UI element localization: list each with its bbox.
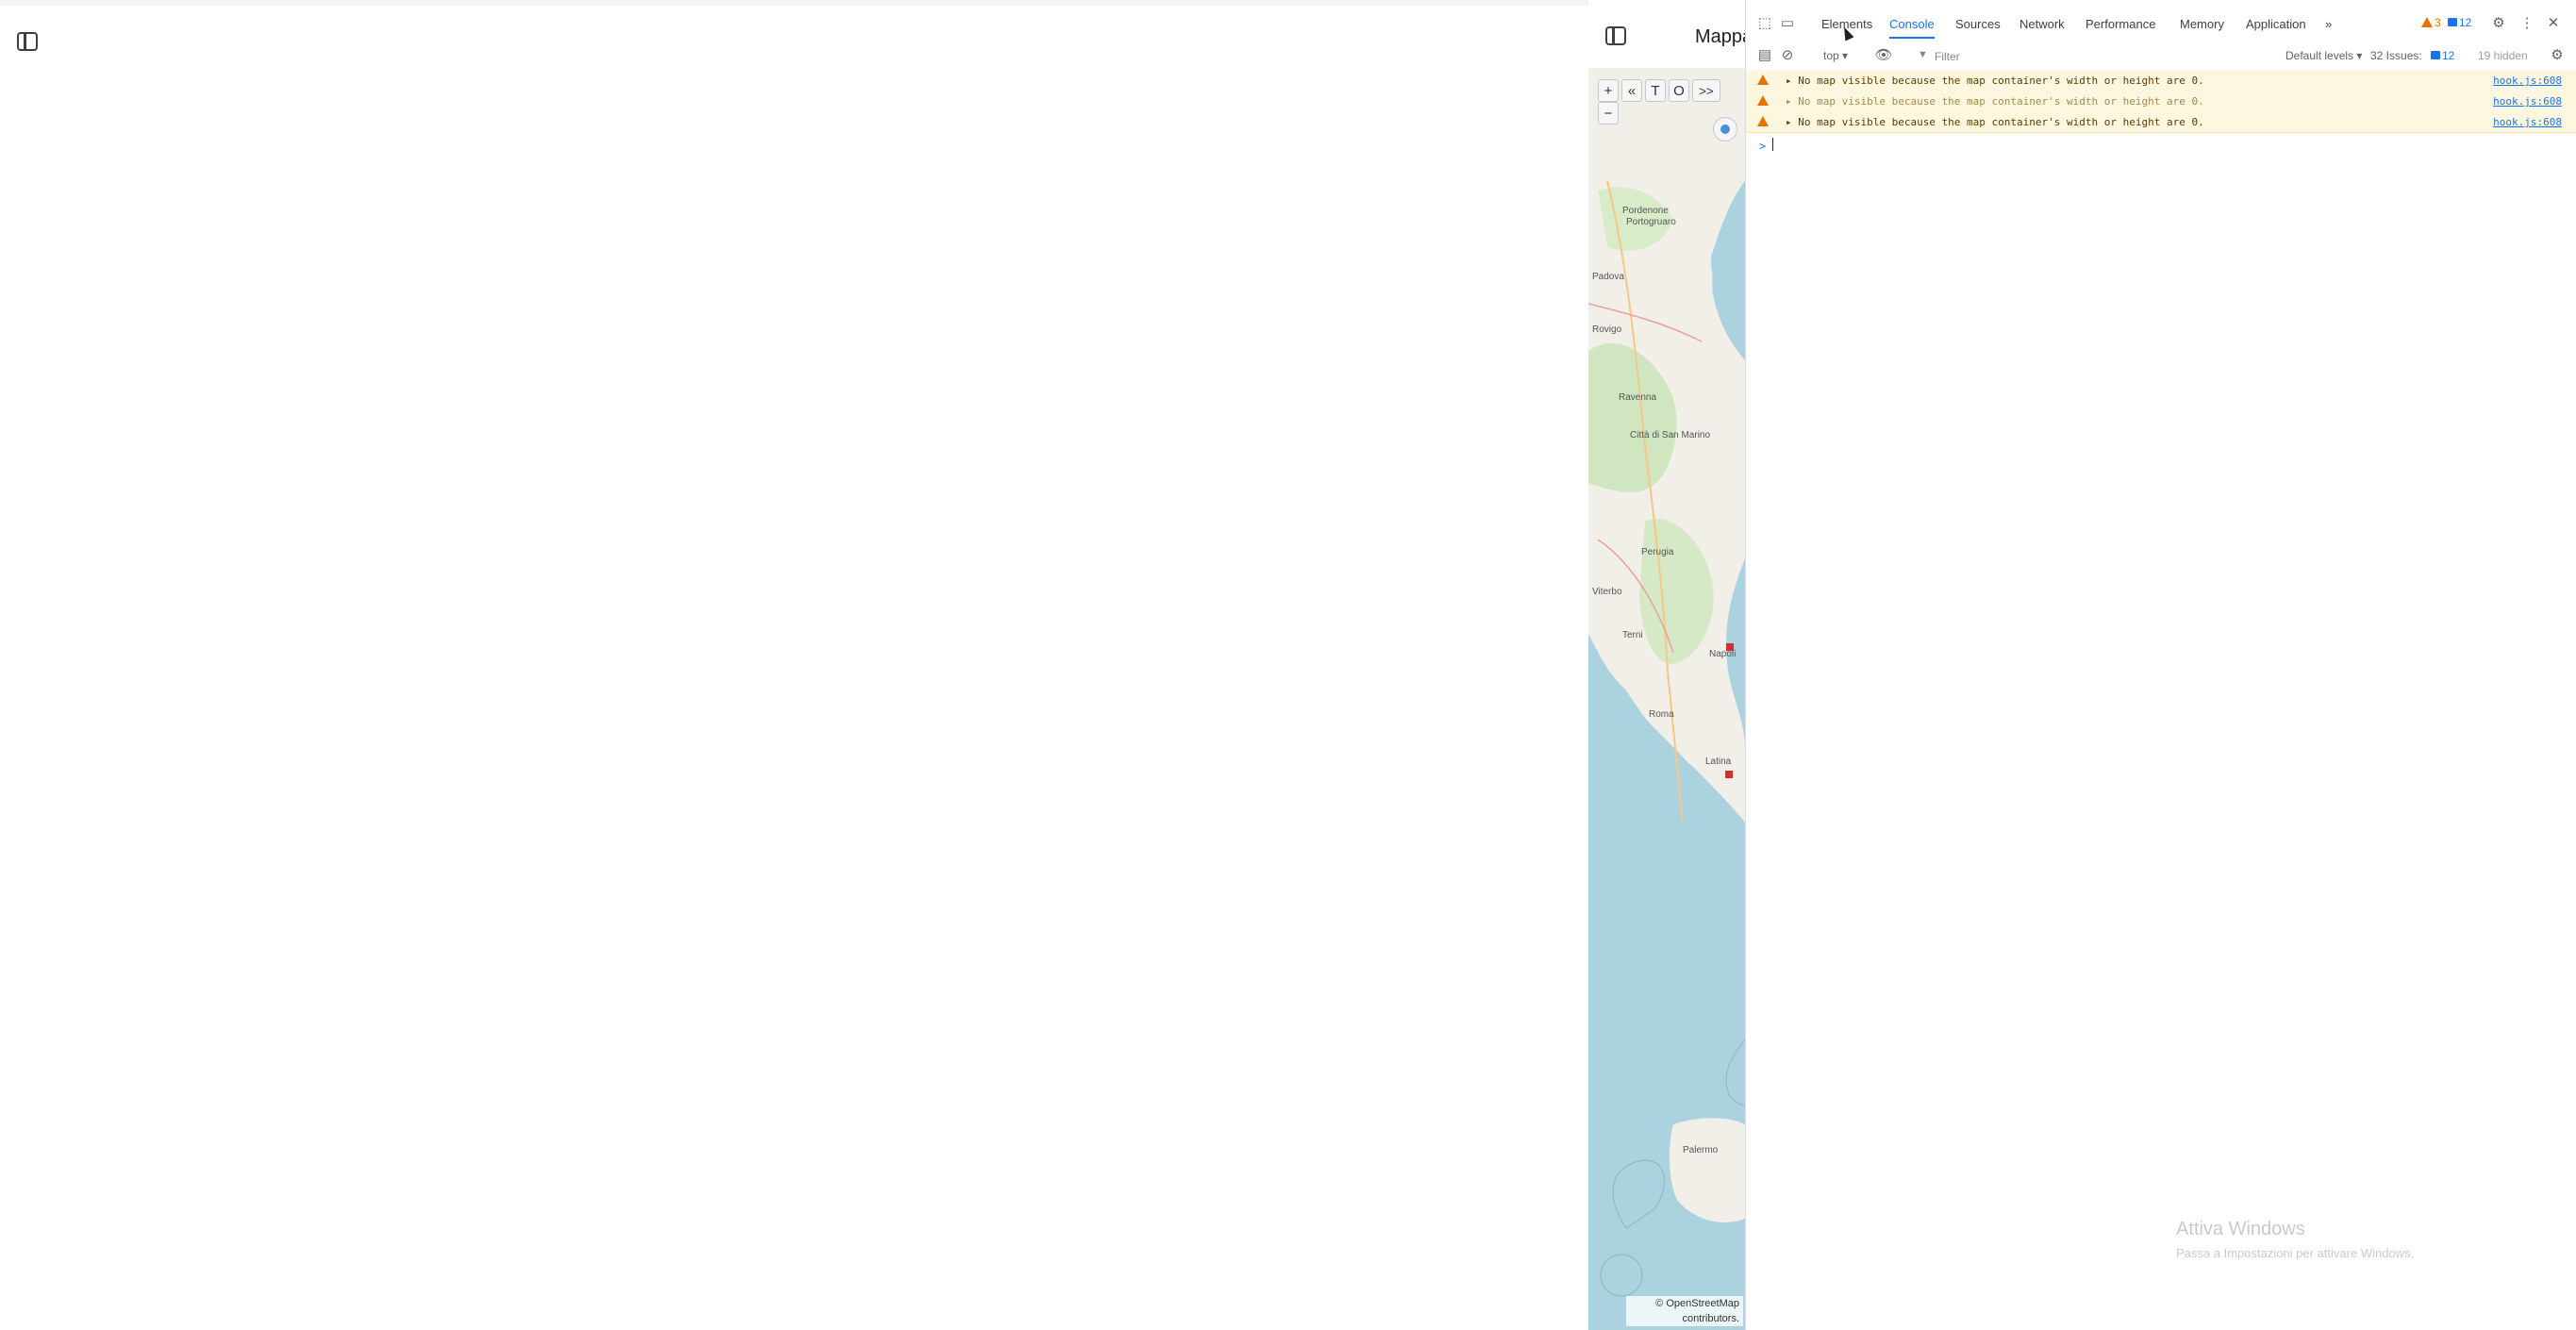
console-source-link[interactable]: hook.js:608 <box>2493 95 2562 108</box>
tab-sources[interactable]: Sources <box>1955 17 2001 31</box>
close-icon[interactable]: ✕ <box>2544 14 2563 33</box>
console-message: ▸ No map visible because the map contain… <box>1786 116 2204 128</box>
filter-icon: ▼ <box>1918 49 1928 60</box>
warning-icon <box>1757 116 1769 126</box>
map-label: Pordenone <box>1622 206 1669 216</box>
devtools-tabbar: ⬚ ▭ Elements Console Sources Network Per… <box>1746 0 2576 42</box>
log-levels-dropdown[interactable]: Default levels ▾ <box>2285 49 2362 62</box>
filter-input[interactable] <box>1933 46 2248 67</box>
map-label: Terni <box>1622 630 1643 640</box>
watermark-subtitle: Passa a Impostazioni per attivare Window… <box>2176 1246 2415 1260</box>
console-settings-gear-icon[interactable]: ⚙ <box>2548 46 2567 65</box>
more-tabs-button[interactable]: » <box>2325 17 2332 31</box>
map-label: Perugia <box>1641 547 1674 557</box>
console-source-link[interactable]: hook.js:608 <box>2493 75 2562 87</box>
tab-memory[interactable]: Memory <box>2180 17 2224 31</box>
geolocate-icon[interactable] <box>1713 117 1737 141</box>
issues-count-badge[interactable]: 12 <box>2431 49 2454 62</box>
zoom-out-button[interactable]: − <box>1598 102 1619 125</box>
message-icon <box>2448 18 2457 26</box>
settings-gear-icon[interactable]: ⚙ <box>2489 14 2508 33</box>
warning-icon <box>2421 17 2433 27</box>
device-toolbar-icon[interactable]: ▭ <box>1778 14 1797 33</box>
expand-tools-button[interactable]: >> <box>1692 79 1720 102</box>
inspect-element-icon[interactable]: ⬚ <box>1755 14 1774 33</box>
map-attribution[interactable]: © OpenStreetMap contributors. <box>1626 1296 1743 1326</box>
message-icon <box>2431 51 2440 59</box>
console-warning-row[interactable]: ▸ No map visible because the map contain… <box>1746 111 2576 133</box>
devtools-panel: ⬚ ▭ Elements Console Sources Network Per… <box>1745 0 2576 1330</box>
hidden-count: 19 hidden <box>2478 49 2528 62</box>
sidebar-panel-icon <box>17 32 38 51</box>
circle-tool-button[interactable]: O <box>1669 79 1689 102</box>
text-tool-button[interactable]: T <box>1645 79 1666 102</box>
sidebar-toggle-button[interactable] <box>17 32 45 57</box>
context-selector[interactable]: top ▾ <box>1823 49 1848 62</box>
console-message: ▸ No map visible because the map contain… <box>1786 75 2204 87</box>
tab-console[interactable]: Console <box>1889 17 1935 39</box>
live-expression-eye-icon[interactable]: 👁 <box>1874 46 1893 65</box>
messages-badge[interactable]: 12 <box>2448 16 2471 29</box>
sidebar-panel-icon <box>1605 26 1626 45</box>
console-message: ▸ No map visible because the map contain… <box>1786 95 2204 108</box>
map-label: Padova <box>1592 272 1624 282</box>
map-sidebar-toggle-button[interactable] <box>1605 26 1634 51</box>
console-warning-row[interactable]: ▸ No map visible because the map contain… <box>1746 70 2576 91</box>
windows-activation-watermark: Attiva Windows Passa a Impostazioni per … <box>2176 1219 2414 1260</box>
map-label: Latina <box>1705 756 1732 767</box>
map-label: Roma <box>1649 709 1674 720</box>
text-cursor <box>1772 138 1773 151</box>
map-label: Viterbo <box>1592 587 1622 597</box>
map-label: Ravenna <box>1619 392 1657 403</box>
browser-top-strip <box>0 0 1588 6</box>
tab-performance[interactable]: Performance <box>2086 17 2155 31</box>
map-toolbar: + « T O >> <box>1598 79 1720 104</box>
zoom-in-button[interactable]: + <box>1598 79 1619 102</box>
console-filter: ▼ <box>1916 46 2255 67</box>
map-label: Napoli <box>1709 649 1737 659</box>
map-marker <box>1725 771 1733 778</box>
map-label: Rovigo <box>1592 324 1622 335</box>
warning-icon <box>1757 75 1769 85</box>
map-view[interactable]: Pordenone Portogruaro Padova Rovigo Rave… <box>1588 68 1745 1330</box>
warning-icon <box>1757 95 1769 106</box>
back-button[interactable]: « <box>1621 79 1642 102</box>
map-canvas <box>1588 68 1745 1330</box>
more-options-icon[interactable]: ⋮ <box>2518 14 2536 33</box>
watermark-title: Attiva Windows <box>2176 1219 2305 1239</box>
console-warning-row[interactable]: ▸ No map visible because the map contain… <box>1746 91 2576 112</box>
map-label: Città di San Marino <box>1630 430 1711 441</box>
clear-console-icon[interactable]: ⊘ <box>1778 46 1797 65</box>
console-source-link[interactable]: hook.js:608 <box>2493 116 2562 128</box>
console-prompt[interactable]: > <box>1759 140 1766 153</box>
sidebar-toggle-icon[interactable]: ▤ <box>1755 46 1774 65</box>
console-toolbar: ▤ ⊘ top ▾ 👁 ▼ Default levels ▾ 32 Issues… <box>1746 42 2576 71</box>
page-title: Mappa <box>1695 26 1753 47</box>
map-label: Palermo <box>1683 1145 1719 1155</box>
tab-application[interactable]: Application <box>2246 17 2306 31</box>
tab-network[interactable]: Network <box>2019 17 2065 31</box>
issues-label[interactable]: 32 Issues: <box>2370 49 2422 62</box>
warnings-badge[interactable]: 3 <box>2421 16 2441 29</box>
map-label: Portogruaro <box>1626 217 1676 227</box>
